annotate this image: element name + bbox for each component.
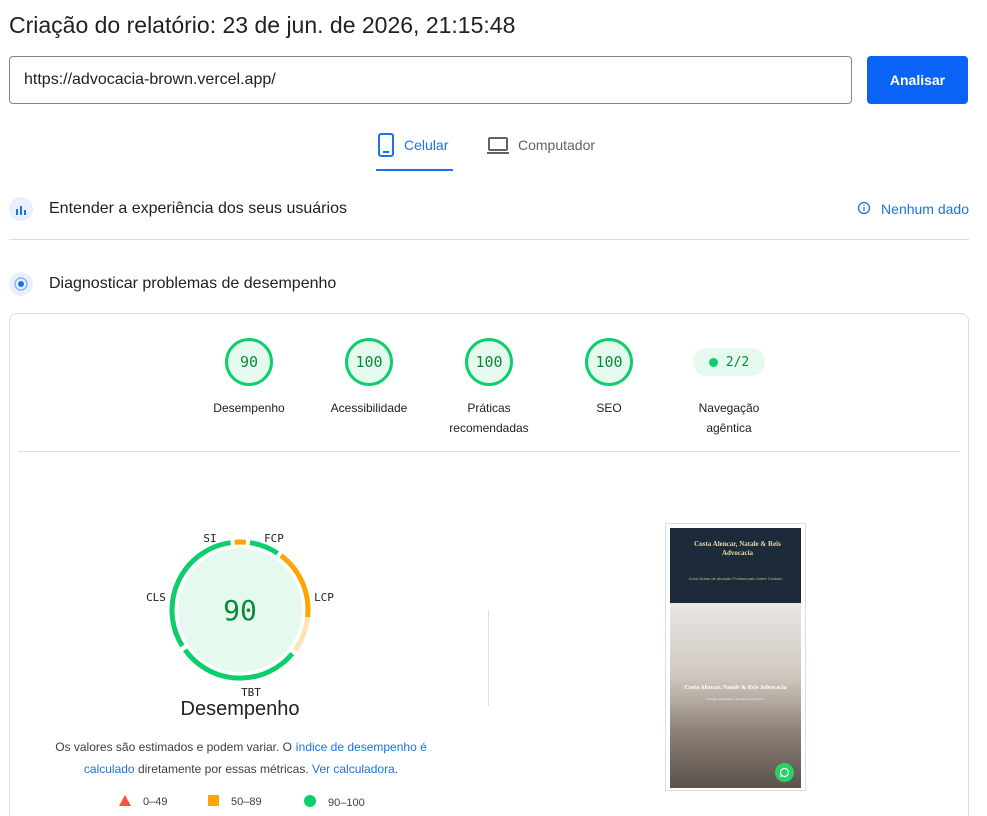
score-best-practices[interactable]: 100 Práticas recomendadas [429, 338, 549, 438]
metric-label-si: SI [203, 532, 216, 545]
url-input-value: https://advocacia-brown.vercel.app/ [24, 71, 276, 88]
report-title: Criação do relatório: 23 de jun. de 2026… [9, 12, 516, 38]
note-text: diretamente por essas métricas. [134, 762, 313, 776]
circle-icon [304, 795, 316, 810]
performance-score: 90 [223, 594, 257, 627]
score-label: Navegação agêntica [698, 401, 760, 435]
info-icon [857, 201, 871, 218]
score-label: Desempenho [213, 401, 285, 415]
screenshot-brand: Costa Alencar, Natale & Reis Advocacia [680, 540, 795, 558]
users-chart-icon [9, 197, 33, 221]
page-screenshot-thumbnail[interactable]: Costa Alencar, Natale & Reis Advocacia I… [665, 523, 806, 791]
screenshot-hero-title: Costa Alencar, Natale & Reis Advocacia [684, 685, 787, 691]
legend-good: 90–100 [304, 795, 365, 810]
field-data-section: Entender a experiência dos seus usuários… [9, 196, 969, 222]
score-seo[interactable]: 100 SEO [549, 338, 669, 418]
score-gauge: 100 [345, 338, 393, 386]
calculator-link[interactable]: Ver calculadora [312, 762, 395, 776]
legend-range: 0–49 [143, 796, 168, 808]
estimate-note: Os valores são estimados e podem variar.… [40, 736, 442, 780]
pass-dot-icon [708, 357, 718, 367]
agentic-pill: 2/2 [693, 348, 765, 376]
tab-mobile[interactable]: Celular [376, 133, 453, 171]
no-data-link[interactable]: Nenhum dado [857, 201, 969, 218]
tab-mobile-label: Celular [404, 137, 449, 153]
performance-title: Desempenho [180, 698, 300, 720]
brand-line: Advocacia [721, 549, 754, 557]
field-data-title: Entender a experiência dos seus usuários [49, 200, 347, 217]
vertical-divider [488, 610, 489, 706]
score-performance[interactable]: 90 Desempenho [189, 338, 309, 418]
screenshot-nav: Início Áreas de atuação Profissionais So… [689, 576, 782, 581]
diagnostics-section: Diagnosticar problemas de desempenho [9, 271, 969, 297]
score-accessibility[interactable]: 100 Acessibilidade [309, 338, 429, 418]
url-input[interactable]: https://advocacia-brown.vercel.app/ [9, 56, 852, 104]
tab-desktop-label: Computador [518, 137, 596, 153]
legend-range: 90–100 [328, 796, 365, 809]
screenshot-hero-subtitle: Atuação estratégica e atendimento próxim… [706, 697, 765, 701]
score-gauge: 100 [585, 338, 633, 386]
diagnostics-icon [9, 272, 33, 296]
laptop-icon [486, 133, 510, 160]
tab-desktop[interactable]: Computador [486, 133, 595, 171]
legend-range: 50–89 [231, 796, 262, 808]
performance-gauge: 90 SI FCP LCP TBT CLS [146, 532, 334, 699]
screenshot-content: Costa Alencar, Natale & Reis Advocacia I… [670, 528, 801, 788]
brand-line: Costa Alencar, Natale & Reis [694, 540, 781, 548]
score-gauge: 100 [465, 338, 513, 386]
screenshot-hero-image [670, 603, 801, 788]
smartphone-icon [376, 133, 396, 160]
score-label: Acessibilidade [330, 401, 408, 415]
metric-label-fcp: FCP [264, 532, 284, 545]
score-label: SEO [596, 401, 622, 415]
note-text: Os valores são estimados e podem variar.… [55, 740, 296, 754]
section-divider [9, 239, 969, 240]
score-gauge: 90 [225, 338, 273, 386]
agentic-value: 2/2 [725, 354, 750, 370]
metric-label-cls: CLS [146, 591, 166, 604]
legend-average: 50–89 [208, 795, 262, 809]
whatsapp-icon [775, 763, 794, 782]
note-text: . [394, 762, 399, 776]
no-data-label: Nenhum dado [881, 201, 969, 217]
analyze-button[interactable]: Analisar [867, 56, 968, 104]
metric-label-lcp: LCP [314, 591, 334, 604]
score-agentic-navigation[interactable]: 2/2 Navegação agêntica [669, 338, 789, 438]
legend-poor: 0–49 [119, 795, 167, 809]
square-icon [208, 795, 219, 809]
diagnostics-title: Diagnosticar problemas de desempenho [49, 275, 337, 292]
card-divider [18, 451, 960, 452]
triangle-icon [119, 795, 131, 809]
score-label: Práticas recomendadas [449, 401, 529, 435]
